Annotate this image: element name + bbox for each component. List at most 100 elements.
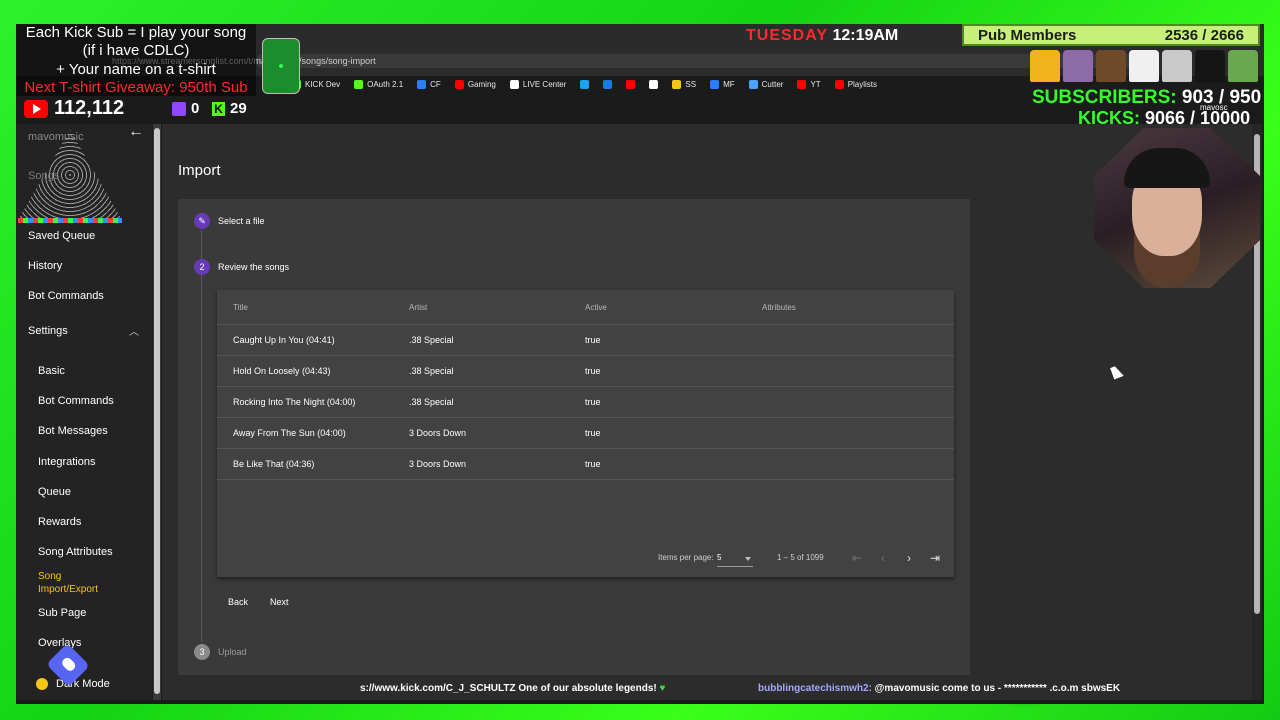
promo-line: + Your name on a t-shirt bbox=[56, 61, 216, 78]
x-icon bbox=[649, 79, 659, 89]
column-header-artist[interactable]: Artist bbox=[409, 303, 427, 312]
table-cell-title: Caught Up In You (04:41) bbox=[233, 335, 335, 345]
previous-page-icon[interactable]: ‹ bbox=[876, 551, 890, 565]
page-title: Import bbox=[178, 162, 221, 179]
chat-ticker-left: s://www.kick.com/C_J_SCHULTZ One of our … bbox=[360, 683, 666, 694]
page-range-label: 1 – 5 of 1099 bbox=[777, 553, 824, 562]
tshirt-icon bbox=[1228, 50, 1258, 82]
step-select-file[interactable]: Select a file bbox=[218, 216, 265, 226]
twitch-follower-count: 0 bbox=[172, 100, 199, 117]
column-header-attributes[interactable]: Attributes bbox=[762, 303, 796, 312]
sidebar-item-history[interactable]: History bbox=[28, 260, 62, 272]
bookmark-oauth[interactable]: OAuth 2.1 bbox=[354, 79, 403, 89]
youtube-icon bbox=[834, 79, 844, 89]
sidebar-item-bot-messages[interactable]: Bot Messages bbox=[38, 425, 108, 437]
table-cell-artist: 3 Doors Down bbox=[409, 428, 467, 438]
bookmark-mf[interactable]: MF bbox=[710, 79, 735, 89]
bookmark-live-center[interactable]: LIVE Center bbox=[509, 79, 566, 89]
sidebar-item-queue[interactable]: Queue bbox=[38, 486, 71, 498]
step-2-indicator: 2 bbox=[194, 259, 210, 275]
collapse-sidebar-arrow-icon[interactable]: ← bbox=[128, 123, 144, 141]
bookmark-skype[interactable] bbox=[580, 79, 590, 89]
pub-members-bar: Pub Members 2536 / 2666 bbox=[962, 24, 1260, 46]
bookmark-cf[interactable]: CF bbox=[417, 79, 441, 89]
skype-icon bbox=[580, 79, 590, 89]
sidebar-item-song-import-export[interactable]: Song Import/Export bbox=[38, 571, 98, 595]
pencil-icon[interactable]: ✎ bbox=[194, 213, 210, 229]
table-cell-title: Away From The Sun (04:00) bbox=[233, 428, 346, 438]
kick-icon: K bbox=[212, 101, 225, 116]
row-divider bbox=[217, 448, 954, 449]
bookmark-icon bbox=[672, 79, 682, 89]
twitch-icon bbox=[172, 101, 186, 116]
bookmark-gaming[interactable]: Gaming bbox=[454, 79, 496, 89]
sidebar-item-rewards[interactable]: Rewards bbox=[38, 516, 81, 528]
cutter-icon bbox=[748, 79, 758, 89]
items-per-page-select[interactable]: 5 bbox=[717, 553, 753, 567]
last-page-icon[interactable]: ⇥ bbox=[928, 551, 942, 565]
webcam-hat bbox=[1124, 148, 1210, 188]
tshirt-icon bbox=[1096, 50, 1126, 82]
bookmark-icon bbox=[417, 79, 427, 89]
step-3-indicator: 3 bbox=[194, 644, 210, 660]
kick-follower-count: K 29 bbox=[212, 100, 247, 117]
row-divider bbox=[217, 355, 954, 356]
next-button[interactable]: Next bbox=[270, 597, 289, 607]
table-cell-active: true bbox=[585, 335, 601, 345]
tshirt-icon bbox=[1129, 50, 1159, 82]
next-page-icon[interactable]: › bbox=[902, 551, 916, 565]
items-per-page-value: 5 bbox=[717, 553, 722, 562]
column-header-active[interactable]: Active bbox=[585, 303, 607, 312]
tshirt-icon bbox=[1195, 50, 1225, 82]
bookmark-cutter[interactable]: Cutter bbox=[748, 79, 783, 89]
sidebar-item-bot-commands[interactable]: Bot Commands bbox=[28, 290, 104, 302]
sidebar-item-song-attributes[interactable]: Song Attributes bbox=[38, 546, 113, 558]
sidebar-scrollbar[interactable] bbox=[153, 124, 161, 700]
youtube-icon bbox=[626, 79, 636, 89]
heart-icon: ♥ bbox=[659, 683, 666, 694]
sidebar-scrollbar-thumb[interactable] bbox=[154, 128, 160, 694]
table-cell-title: Rocking Into The Night (04:00) bbox=[233, 397, 356, 407]
tshirt-gallery bbox=[1030, 50, 1258, 82]
row-divider bbox=[217, 479, 954, 480]
row-divider bbox=[217, 386, 954, 387]
bookmark-playlists[interactable]: Playlists bbox=[834, 79, 877, 89]
table-cell-artist: .38 Special bbox=[409, 397, 454, 407]
bookmark-ss[interactable]: SS bbox=[672, 79, 696, 89]
sidebar-item-songs[interactable]: Songs bbox=[28, 170, 59, 182]
kick-icon bbox=[354, 79, 364, 89]
promo-line: Each Kick Sub = I play your song bbox=[25, 24, 247, 41]
sidebar-item-sub-page[interactable]: Sub Page bbox=[38, 607, 86, 619]
chevron-up-icon[interactable]: ︿ bbox=[129, 323, 139, 338]
dropdown-caret-icon bbox=[745, 557, 751, 561]
address-bar[interactable] bbox=[256, 54, 1156, 68]
bookmark-yt[interactable]: YT bbox=[797, 79, 821, 89]
bookmark-youtube[interactable] bbox=[626, 79, 636, 89]
sidebar-item-integrations[interactable]: Integrations bbox=[38, 456, 95, 468]
step-upload[interactable]: Upload bbox=[218, 647, 247, 657]
bookmark-x[interactable] bbox=[649, 79, 659, 89]
sidebar-item-saved-queue[interactable]: Saved Queue bbox=[28, 230, 95, 242]
bookmark-icon bbox=[710, 79, 720, 89]
sidebar-item-overlays[interactable]: Overlays bbox=[38, 637, 81, 649]
row-divider bbox=[217, 417, 954, 418]
bookmark-facebook[interactable] bbox=[603, 79, 613, 89]
column-header-title[interactable]: Title bbox=[233, 303, 248, 312]
step-review-songs[interactable]: Review the songs bbox=[218, 262, 289, 272]
tshirt-icon bbox=[1162, 50, 1192, 82]
table-cell-active: true bbox=[585, 366, 601, 376]
tshirt-icon bbox=[1063, 50, 1093, 82]
back-button[interactable]: Back bbox=[228, 597, 248, 607]
items-per-page-label: Items per page: bbox=[658, 553, 714, 562]
sidebar-item-settings[interactable]: Settings bbox=[28, 325, 68, 337]
sun-icon[interactable] bbox=[36, 678, 48, 690]
promo-line: Next T-shirt Giveaway: 950th Sub bbox=[24, 79, 248, 96]
sidebar-item-basic[interactable]: Basic bbox=[38, 365, 65, 377]
chat-ticker-right: bubblingcatechismwh2: @mavomusic come to… bbox=[758, 683, 1121, 694]
youtube-icon bbox=[24, 99, 48, 118]
table-cell-active: true bbox=[585, 397, 601, 407]
row-divider bbox=[217, 324, 954, 325]
sidebar-item-settings-bot-commands[interactable]: Bot Commands bbox=[38, 395, 114, 407]
sidebar-faded-label: mavomusic bbox=[28, 131, 84, 143]
first-page-icon[interactable]: ⇤ bbox=[850, 551, 864, 565]
